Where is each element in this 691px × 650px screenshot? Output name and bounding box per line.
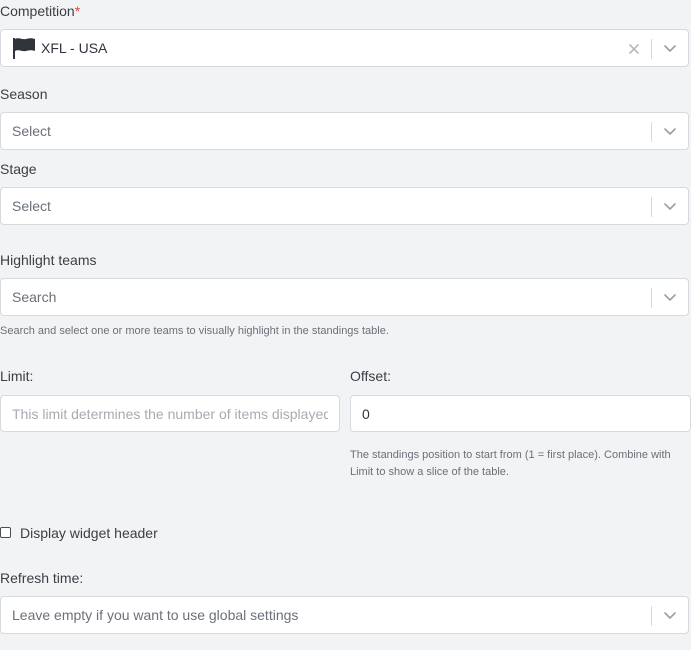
refresh-time-label: Refresh time: <box>0 570 84 586</box>
limit-input[interactable] <box>0 395 340 432</box>
competition-select[interactable]: XFL - USA <box>0 29 689 67</box>
indicator-separator <box>651 606 652 626</box>
chevron-down-icon[interactable] <box>663 292 677 304</box>
highlight-teams-select[interactable]: Search <box>0 278 689 316</box>
competition-label-text: Competition <box>0 3 75 19</box>
stage-select[interactable]: Select <box>0 187 689 225</box>
season-select[interactable]: Select <box>0 112 689 150</box>
required-mark: * <box>74 3 81 19</box>
indicator-separator <box>651 39 652 59</box>
chevron-down-icon[interactable] <box>663 201 677 213</box>
display-header-label[interactable]: Display widget header <box>20 524 158 542</box>
competition-label: Competition* <box>0 2 80 20</box>
limit-label: Limit: <box>0 368 34 384</box>
season-label: Season <box>0 86 48 102</box>
competition-value: XFL - USA <box>41 40 108 56</box>
chevron-down-icon[interactable] <box>663 610 677 622</box>
chevron-down-icon[interactable] <box>663 43 677 55</box>
clear-icon[interactable] <box>628 42 640 56</box>
indicator-separator <box>651 288 652 308</box>
highlight-teams-label: Highlight teams <box>0 252 97 268</box>
highlight-teams-placeholder: Search <box>12 289 57 305</box>
display-header-checkbox[interactable] <box>0 527 11 538</box>
season-placeholder: Select <box>12 123 51 139</box>
offset-hint: The standings position to start from (1 … <box>350 449 671 478</box>
widget-settings-form: Competition* XFL - USA Season Select Sta… <box>0 0 691 650</box>
highlight-teams-hint: Search and select one or more teams to v… <box>0 325 389 337</box>
offset-input[interactable] <box>350 395 691 432</box>
indicator-separator <box>651 122 652 142</box>
indicator-separator <box>651 197 652 217</box>
stage-label: Stage <box>0 161 37 177</box>
flag-icon <box>13 38 35 59</box>
chevron-down-icon[interactable] <box>663 126 677 138</box>
refresh-time-placeholder: Leave empty if you want to use global se… <box>12 607 299 623</box>
stage-placeholder: Select <box>12 198 51 214</box>
offset-label: Offset: <box>350 368 391 384</box>
refresh-time-select[interactable]: Leave empty if you want to use global se… <box>0 596 689 634</box>
